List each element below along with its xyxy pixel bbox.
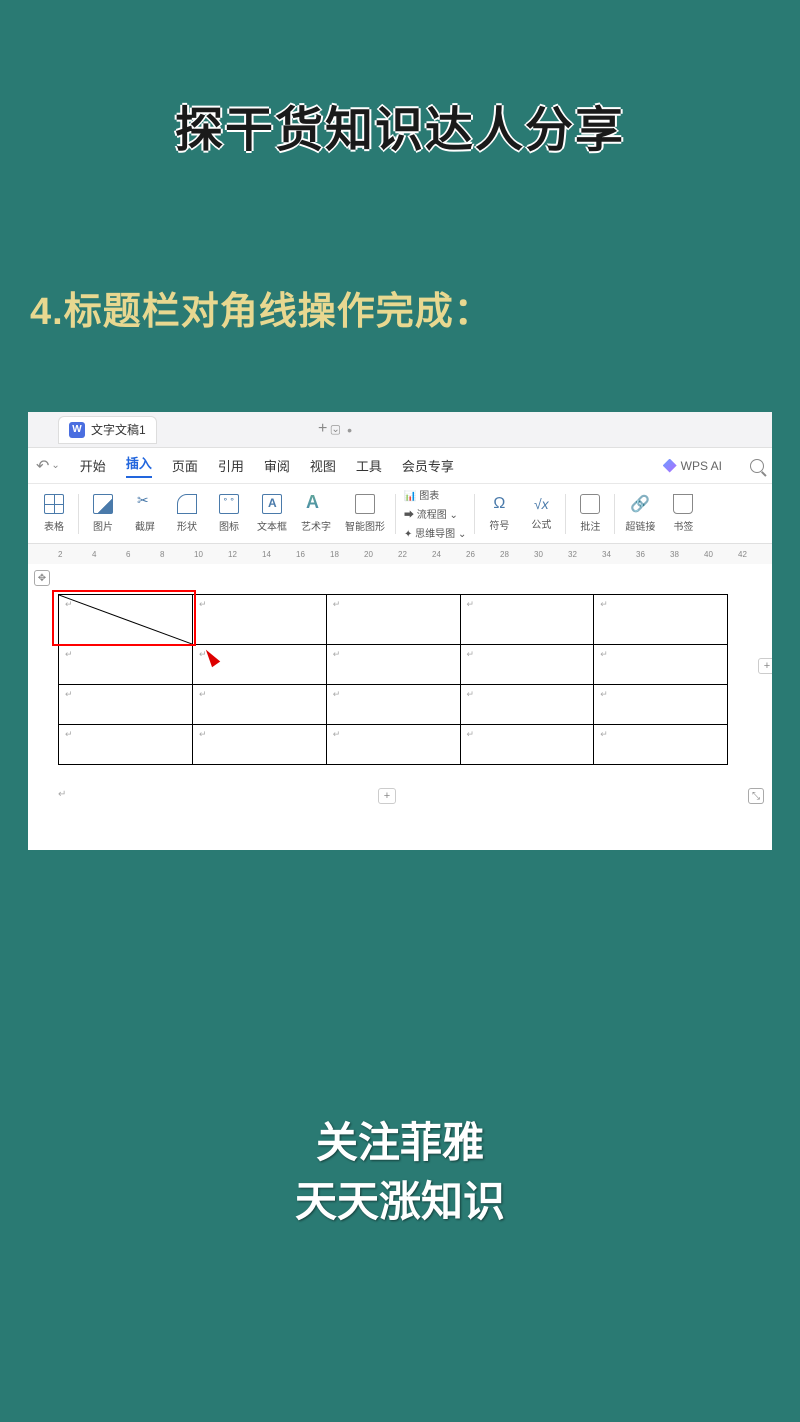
table-cell[interactable]: ↵ (326, 595, 460, 645)
ribbon-chart[interactable]: 📊 图表 (404, 487, 466, 502)
footer-text: 关注菲雅 天天涨知识 (0, 1114, 800, 1232)
table-cell[interactable]: ↵ (594, 595, 728, 645)
ribbon-symbol[interactable]: Ω符号 (479, 495, 519, 532)
table-cell-diagonal[interactable]: ↵ (59, 595, 193, 645)
new-tab-button[interactable]: + ⌄ (318, 420, 340, 438)
ribbon-flowchart[interactable]: ⮕ 流程图 ⌄ (404, 506, 466, 521)
ribbon-separator (614, 494, 615, 534)
paragraph-mark: ↵ (58, 789, 66, 800)
iconset-icon (219, 494, 239, 514)
menu-review[interactable]: 审阅 (264, 456, 290, 475)
ribbon-formula[interactable]: √x公式 (521, 496, 561, 531)
table-cell[interactable]: ↵ (460, 645, 594, 685)
table-cell[interactable]: ↵ (193, 725, 327, 765)
ribbon-hyperlink[interactable]: 🔗超链接 (619, 494, 661, 533)
symbol-icon: Ω (493, 495, 505, 513)
wordart-icon (306, 494, 326, 514)
document-name: 文字文稿1 (91, 421, 146, 438)
insert-col-button[interactable]: + (378, 788, 396, 804)
ribbon-toolbar: 表格 图片 截屏 形状 图标 文本框 艺术字 智能图形 📊 图表 ⮕ 流程图 ⌄… (28, 484, 772, 544)
document-tab-bar: W 文字文稿1 ▢ • + ⌄ (28, 412, 772, 448)
footer-line1: 关注菲雅 (0, 1114, 800, 1173)
table-cell[interactable]: ↵ (326, 645, 460, 685)
table-cell[interactable]: ↵ (594, 645, 728, 685)
ribbon-shape[interactable]: 形状 (167, 494, 207, 533)
table-cell[interactable]: ↵ (460, 725, 594, 765)
table-cell[interactable]: ↵ (326, 685, 460, 725)
ribbon-comment[interactable]: 批注 (570, 494, 610, 533)
table-cell[interactable]: ↵ (59, 645, 193, 685)
word-doc-icon: W (69, 422, 85, 438)
ribbon-wordart[interactable]: 艺术字 (295, 494, 337, 533)
ribbon-screenshot[interactable]: 截屏 (125, 494, 165, 533)
wps-ai-button[interactable]: WPS AI (663, 459, 722, 473)
screenshot-icon (135, 494, 155, 514)
ribbon-icon[interactable]: 图标 (209, 494, 249, 533)
bookmark-icon (673, 494, 693, 514)
ribbon-image[interactable]: 图片 (83, 494, 123, 533)
ai-icon (663, 459, 677, 473)
table-cell[interactable]: ↵ (59, 685, 193, 725)
table-cell[interactable]: ↵ (460, 685, 594, 725)
table-cell[interactable]: ↵ (193, 685, 327, 725)
word-table[interactable]: ↵ ↵ ↵ ↵ ↵ ↵ ↵ ↵ ↵ ↵ ↵ ↵ ↵ ↵ ↵ (58, 594, 728, 765)
menu-tools[interactable]: 工具 (356, 456, 382, 475)
menu-insert[interactable]: 插入 (126, 453, 152, 478)
chevron-down-icon: ⌄ (331, 424, 339, 435)
step-title: 4.标题栏对角线操作完成： (30, 280, 493, 335)
image-icon (93, 494, 113, 514)
ribbon-separator (78, 494, 79, 534)
document-tab[interactable]: W 文字文稿1 (58, 416, 157, 444)
table-row: ↵ ↵ ↵ ↵ ↵ (59, 725, 728, 765)
ribbon-separator (565, 494, 566, 534)
formula-icon: √x (534, 496, 549, 512)
ribbon-textbox[interactable]: 文本框 (251, 494, 293, 533)
tab-more-icon[interactable]: • (347, 422, 352, 438)
table-cell[interactable]: ↵ (460, 595, 594, 645)
wps-ai-label: WPS AI (681, 459, 722, 473)
ribbon-table[interactable]: 表格 (34, 494, 74, 533)
table-resize-handle[interactable]: ⤡ (748, 788, 764, 804)
table-cell[interactable]: ↵ (326, 725, 460, 765)
shape-icon (177, 494, 197, 514)
ribbon-bookmark[interactable]: 书签 (663, 494, 703, 533)
ribbon-separator (395, 494, 396, 534)
menu-reference[interactable]: 引用 (218, 456, 244, 475)
undo-button[interactable]: ↶ ⌄ (36, 456, 60, 476)
table-cell[interactable]: ↵ (59, 725, 193, 765)
page-top-title: 探干货知识达人分享 (0, 90, 800, 160)
menu-home[interactable]: 开始 (80, 456, 106, 475)
link-icon: 🔗 (630, 494, 650, 514)
chart-icon: 📊 (404, 491, 416, 502)
table-cell[interactable]: ↵ (594, 685, 728, 725)
document-canvas[interactable]: ✥ ↵ ↵ ↵ ↵ ↵ ↵ ↵ ↵ ↵ ↵ ↵ ↵ (28, 564, 772, 850)
comment-icon (580, 494, 600, 514)
table-row: ↵ ↵ ↵ ↵ ↵ (59, 685, 728, 725)
ribbon-smartart[interactable]: 智能图形 (339, 494, 391, 533)
menu-view[interactable]: 视图 (310, 456, 336, 475)
table-move-handle[interactable]: ✥ (34, 570, 50, 586)
table-row: ↵ ↵ ↵ ↵ ↵ (59, 595, 728, 645)
menu-bar: ↶ ⌄ 开始 插入 页面 引用 审阅 视图 工具 会员专享 WPS AI (28, 448, 772, 484)
menu-page[interactable]: 页面 (172, 456, 198, 475)
textbox-icon (262, 494, 282, 514)
ribbon-separator (474, 494, 475, 534)
mindmap-icon: ✦ (404, 529, 412, 540)
plus-icon: + (318, 420, 327, 438)
flowchart-icon: ⮕ (404, 510, 414, 521)
table-cell[interactable]: ↵ (594, 725, 728, 765)
table-icon (44, 494, 64, 514)
ribbon-mindmap[interactable]: ✦ 思维导图 ⌄ (404, 525, 466, 540)
footer-line2: 天天涨知识 (0, 1173, 800, 1232)
search-icon[interactable] (750, 459, 764, 473)
menu-member[interactable]: 会员专享 (402, 456, 454, 475)
table-row: ↵ ↵ ↵ ↵ ↵ (59, 645, 728, 685)
smartart-icon (355, 494, 375, 514)
wps-app-window: W 文字文稿1 ▢ • + ⌄ ↶ ⌄ 开始 插入 页面 引用 审阅 视图 工具… (28, 412, 772, 850)
insert-row-button[interactable]: + (758, 658, 772, 674)
table-cell[interactable]: ↵ (193, 595, 327, 645)
horizontal-ruler: 24681012141618202224262830323436384042 (28, 544, 772, 564)
